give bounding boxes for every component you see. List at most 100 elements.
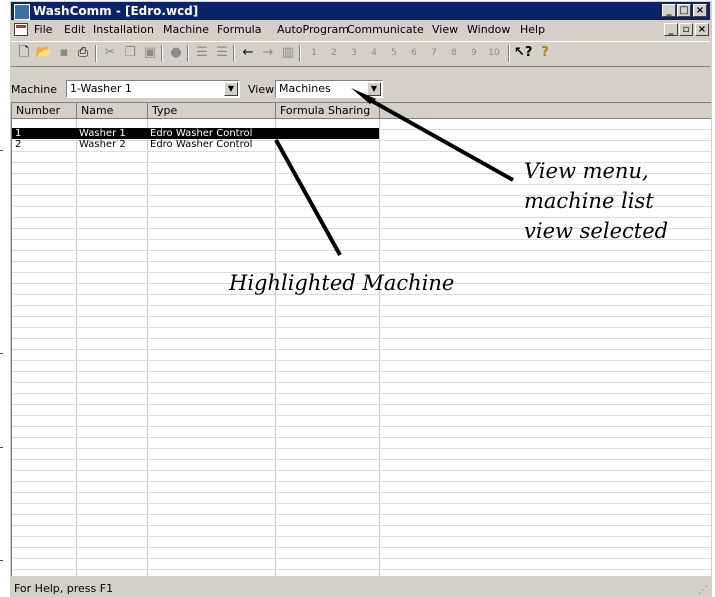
grid-line bbox=[12, 371, 711, 372]
maximize-button[interactable]: □ bbox=[677, 4, 691, 17]
chevron-down-icon[interactable]: ▼ bbox=[224, 82, 238, 96]
grid-line bbox=[12, 547, 711, 548]
machine-10-icon[interactable]: 10 bbox=[485, 45, 503, 61]
menu-bar: File Edit Installation Machine Formula A… bbox=[11, 21, 710, 39]
grid-line bbox=[12, 151, 711, 152]
column-header-blank bbox=[380, 103, 711, 119]
app-icon[interactable] bbox=[14, 4, 30, 20]
annotation-view-menu-line3: view selected bbox=[524, 219, 669, 243]
print-icon[interactable]: ⎙ bbox=[74, 45, 92, 61]
toolbar-separator bbox=[187, 45, 189, 62]
grid-line bbox=[12, 448, 711, 449]
arrow-left-icon[interactable]: ← bbox=[239, 45, 257, 61]
toolbar: 🗋 📂 ▪ ⎙ ✂ ❐ ▣ ● ☰ ☰ ← → ▥ 1 2 3 4 5 6 7 … bbox=[11, 41, 710, 67]
resize-grip-icon[interactable]: ⋰ bbox=[698, 586, 708, 596]
column-header-name[interactable]: Name bbox=[77, 103, 148, 119]
menu-edit[interactable]: Edit bbox=[64, 23, 85, 37]
paste-icon[interactable]: ▣ bbox=[141, 45, 159, 61]
cell-type: Edro Washer Control bbox=[150, 139, 253, 150]
toolbar-separator bbox=[299, 45, 301, 62]
machine-2-icon[interactable]: 2 bbox=[325, 45, 343, 61]
minimize-button[interactable]: _ bbox=[662, 4, 676, 17]
grid-line bbox=[12, 382, 711, 383]
cell-formula-sharing bbox=[275, 139, 379, 150]
stop-icon[interactable]: ● bbox=[167, 45, 185, 61]
align-left-icon[interactable]: ☰ bbox=[193, 45, 211, 61]
cut-icon[interactable]: ✂ bbox=[101, 45, 119, 61]
arrow-right-icon[interactable]: → bbox=[259, 45, 277, 61]
machine-select[interactable]: 1-Washer 1 ▼ bbox=[66, 80, 240, 98]
machine-6-icon[interactable]: 6 bbox=[405, 45, 423, 61]
menu-formula[interactable]: Formula bbox=[217, 23, 261, 37]
machine-7-icon[interactable]: 7 bbox=[425, 45, 443, 61]
open-icon[interactable]: 📂 bbox=[35, 45, 53, 61]
cell-number: 2 bbox=[15, 139, 22, 150]
menu-view[interactable]: View bbox=[432, 23, 458, 37]
grid-line bbox=[12, 393, 711, 394]
grid-line bbox=[12, 492, 711, 493]
app-window: WashComm - [Edro.wcd] _ □ × File Edit In… bbox=[9, 0, 712, 597]
view-label: View bbox=[248, 83, 275, 96]
toolbar-separator bbox=[233, 45, 235, 62]
save-icon[interactable]: ▪ bbox=[55, 45, 73, 61]
new-icon[interactable]: 🗋 bbox=[15, 45, 33, 61]
grid-line bbox=[12, 503, 711, 504]
menu-help[interactable]: Help bbox=[520, 23, 545, 37]
menu-file[interactable]: File bbox=[34, 23, 52, 37]
window-title: WashComm - [Edro.wcd] bbox=[33, 4, 199, 18]
context-help-icon[interactable]: ↖? bbox=[514, 45, 532, 61]
title-bar[interactable]: WashComm - [Edro.wcd] _ □ × bbox=[11, 2, 710, 20]
grid-line bbox=[12, 514, 711, 515]
grid-line bbox=[12, 316, 711, 317]
machine-select-value: 1-Washer 1 bbox=[70, 82, 132, 95]
cell-name: Washer 1 bbox=[76, 128, 147, 139]
grid-line bbox=[12, 415, 711, 416]
menu-installation[interactable]: Installation bbox=[93, 23, 154, 37]
machine-3-icon[interactable]: 3 bbox=[345, 45, 363, 61]
grid-line bbox=[379, 119, 380, 576]
align-right-icon[interactable]: ☰ bbox=[213, 45, 231, 61]
chevron-down-icon[interactable]: ▼ bbox=[367, 82, 381, 96]
annotation-view-menu-line1: View menu, bbox=[524, 159, 649, 183]
machine-1-icon[interactable]: 1 bbox=[305, 45, 323, 61]
close-button[interactable]: × bbox=[693, 4, 707, 17]
grid-line bbox=[12, 437, 711, 438]
grid-line bbox=[12, 536, 711, 537]
cell-number: 1 bbox=[12, 128, 76, 139]
copy-icon[interactable]: ❐ bbox=[121, 45, 139, 61]
machine-9-icon[interactable]: 9 bbox=[465, 45, 483, 61]
grid-line bbox=[12, 426, 711, 427]
grid-line bbox=[12, 470, 711, 471]
grid-line bbox=[12, 250, 711, 251]
status-text: For Help, press F1 bbox=[14, 582, 114, 595]
selector-bar: Machine 1-Washer 1 ▼ View Machines ▼ bbox=[11, 79, 710, 101]
column-header-formula-sharing[interactable]: Formula Sharing bbox=[276, 103, 380, 119]
menu-autoprogram[interactable]: AutoProgram bbox=[277, 23, 349, 37]
grid-line bbox=[12, 349, 711, 350]
menu-window[interactable]: Window bbox=[467, 23, 510, 37]
grid-line bbox=[12, 305, 711, 306]
machine-5-icon[interactable]: 5 bbox=[385, 45, 403, 61]
annotation-highlighted-machine: Highlighted Machine bbox=[229, 271, 455, 295]
grid-line bbox=[12, 558, 711, 559]
document-icon[interactable] bbox=[14, 23, 28, 36]
menu-machine[interactable]: Machine bbox=[163, 23, 209, 37]
status-bar: For Help, press F1 ⋰ bbox=[11, 579, 710, 597]
mdi-restore-button[interactable]: ▫ bbox=[679, 23, 693, 36]
help-icon[interactable]: ? bbox=[536, 45, 554, 61]
machine-label: Machine bbox=[11, 83, 58, 96]
grid-line bbox=[12, 261, 711, 262]
column-header-type[interactable]: Type bbox=[148, 103, 276, 119]
menu-communicate[interactable]: Communicate bbox=[347, 23, 424, 37]
mdi-close-button[interactable]: × bbox=[695, 23, 709, 36]
mdi-minimize-button[interactable]: _ bbox=[664, 23, 678, 36]
machine-8-icon[interactable]: 8 bbox=[445, 45, 463, 61]
column-header-number[interactable]: Number bbox=[12, 103, 77, 119]
delete-icon[interactable]: ▥ bbox=[279, 45, 297, 61]
view-select[interactable]: Machines ▼ bbox=[275, 80, 383, 98]
cell-name: Washer 2 bbox=[79, 139, 126, 150]
toolbar-separator bbox=[161, 45, 163, 62]
grid-line bbox=[12, 327, 711, 328]
machine-4-icon[interactable]: 4 bbox=[365, 45, 383, 61]
grid-line bbox=[12, 404, 711, 405]
